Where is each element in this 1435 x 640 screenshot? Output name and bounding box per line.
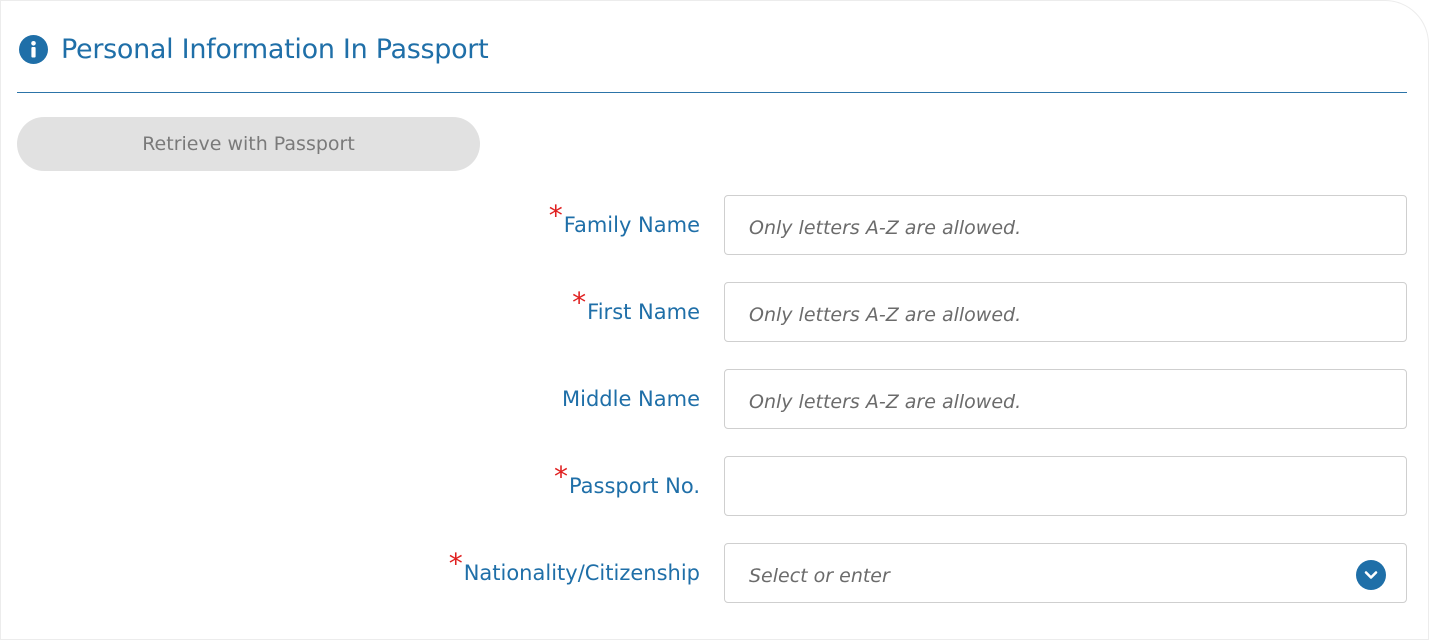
retrieve-with-passport-button[interactable]: Retrieve with Passport — [17, 117, 480, 171]
family-name-label: * Family Name — [549, 195, 700, 255]
required-marker: * — [548, 199, 563, 232]
info-icon — [19, 34, 48, 64]
middle-name-field[interactable] — [724, 369, 1407, 429]
middle-name-label: Middle Name — [562, 369, 700, 429]
nationality-select[interactable]: Select or enter — [724, 543, 1407, 603]
first-name-row: * First Name — [1, 282, 1435, 342]
section-header: Personal Information In Passport — [19, 31, 489, 67]
nationality-select-placeholder: Select or enter — [749, 564, 890, 587]
passport-no-field[interactable] — [724, 456, 1407, 516]
first-name-input[interactable] — [749, 303, 1406, 326]
required-marker: * — [448, 547, 463, 580]
first-name-label: * First Name — [572, 282, 700, 342]
middle-name-label-text: Middle Name — [562, 387, 700, 411]
required-marker: * — [572, 286, 587, 319]
nationality-label: * Nationality/Citizenship — [449, 543, 700, 603]
family-name-input[interactable] — [749, 216, 1406, 239]
family-name-field[interactable] — [724, 195, 1407, 255]
personal-info-card: Personal Information In Passport Retriev… — [0, 0, 1429, 640]
nationality-label-text: Nationality/Citizenship — [463, 561, 700, 585]
section-divider — [17, 92, 1407, 93]
passport-no-row: * Passport No. — [1, 456, 1435, 516]
passport-no-label-text: Passport No. — [568, 474, 700, 498]
first-name-field[interactable] — [724, 282, 1407, 342]
passport-no-input[interactable] — [749, 477, 1406, 500]
family-name-row: * Family Name — [1, 195, 1435, 255]
nationality-row: * Nationality/Citizenship Select or ente… — [1, 543, 1435, 603]
section-title: Personal Information In Passport — [61, 33, 489, 65]
chevron-down-icon[interactable] — [1356, 560, 1386, 590]
first-name-label-text: First Name — [587, 300, 700, 324]
middle-name-row: Middle Name — [1, 369, 1435, 429]
family-name-label-text: Family Name — [563, 213, 700, 237]
required-marker: * — [553, 460, 568, 493]
passport-no-label: * Passport No. — [554, 456, 700, 516]
middle-name-input[interactable] — [749, 390, 1406, 413]
